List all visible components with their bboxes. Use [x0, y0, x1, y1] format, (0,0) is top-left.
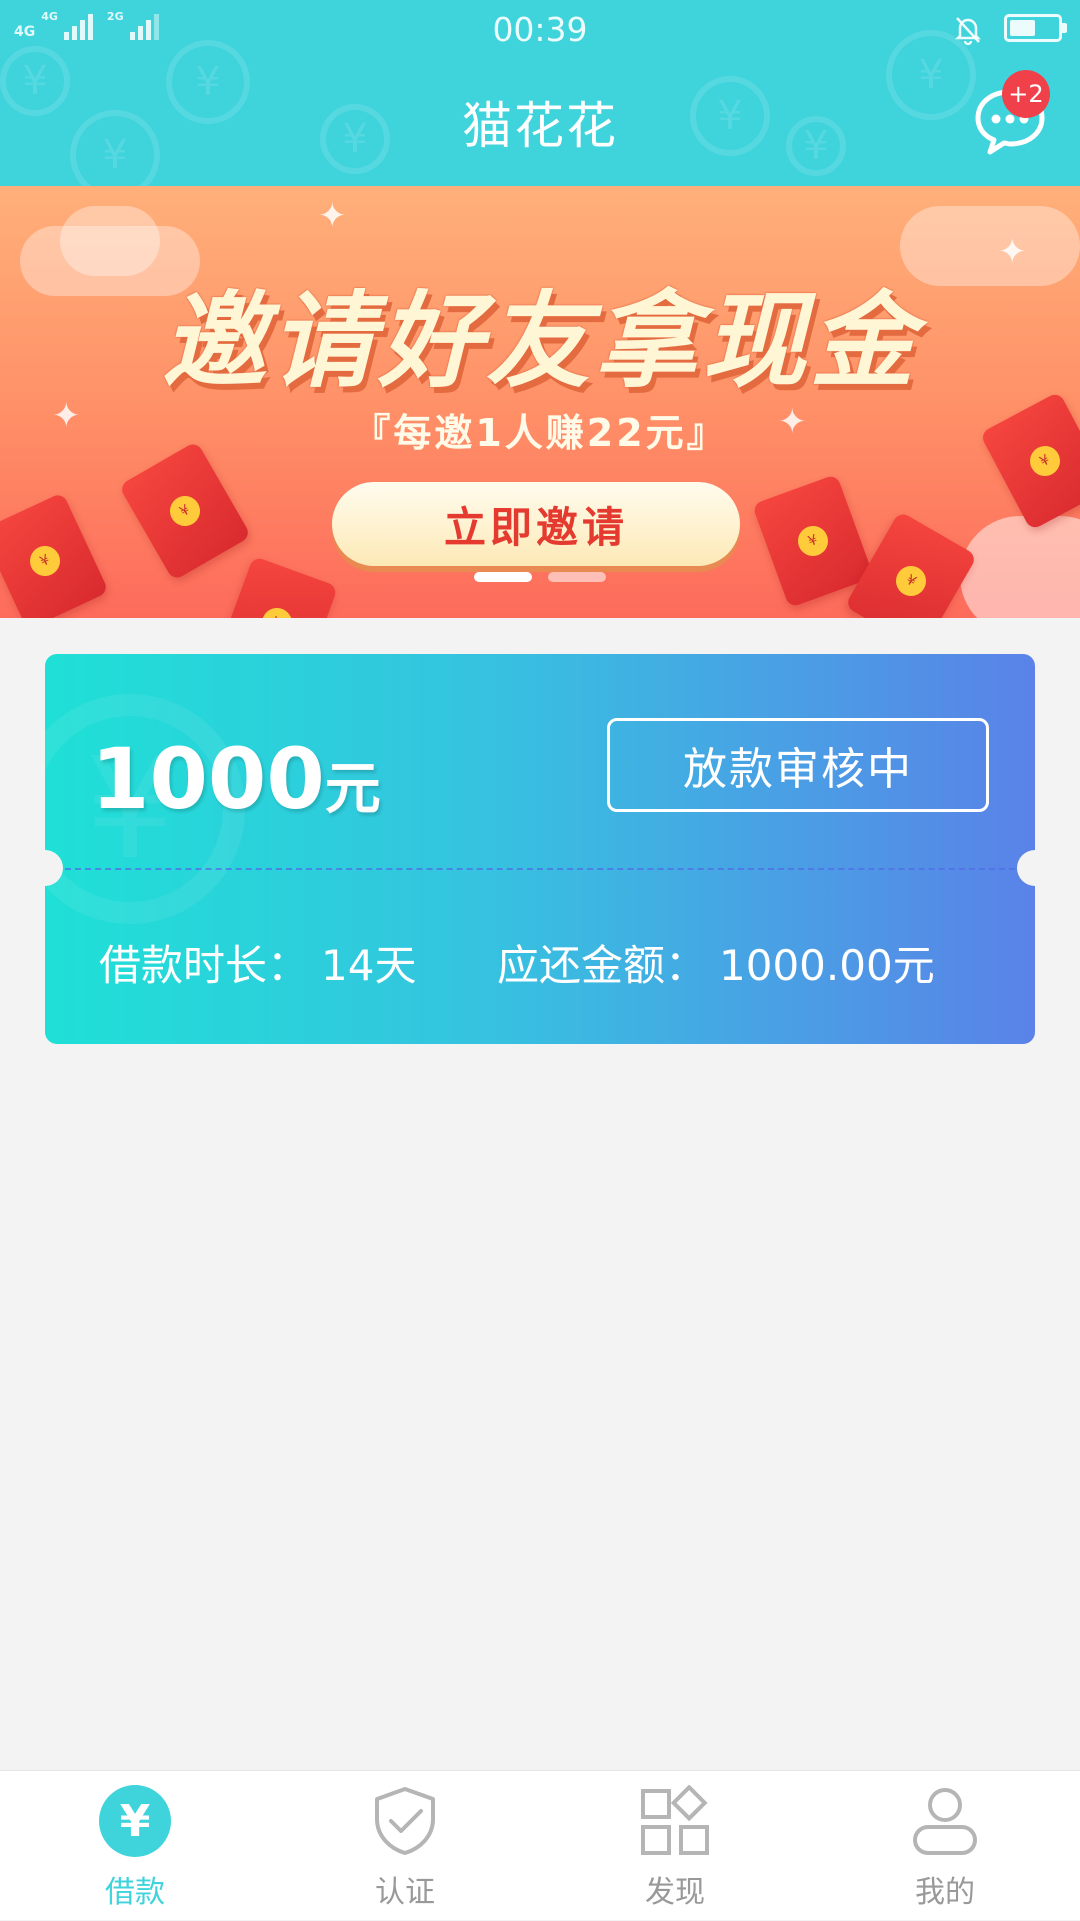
tab-mine-label: 我的	[915, 1875, 975, 1910]
carousel-indicator	[0, 572, 1080, 582]
promo-banner[interactable]: ✦ ✦ ✦ ✦ ¥ ¥ ¥ ¥ ¥ ¥ 邀请好友拿现金 『每邀1人赚22元』 立…	[0, 186, 1080, 618]
carousel-dot[interactable]	[548, 572, 606, 582]
tab-verify-label: 认证	[375, 1875, 435, 1910]
grid-icon	[641, 1785, 709, 1855]
banner-headline: 邀请好友拿现金	[161, 280, 918, 402]
shield-check-icon	[375, 1787, 435, 1855]
ticket-notch	[1017, 850, 1035, 886]
red-envelope-icon: ¥	[215, 555, 339, 618]
tab-discover-label: 发现	[645, 1875, 705, 1910]
bell-muted-icon	[954, 17, 982, 46]
battery-icon	[1004, 14, 1067, 42]
bottom-navigation: ¥ 借款 认证 发现 我的	[0, 1770, 1080, 1920]
repay-amount-label: 应还金额：	[497, 941, 708, 990]
red-envelope-icon: ¥	[118, 440, 252, 582]
tab-verify[interactable]: 认证	[270, 1771, 540, 1921]
yuan-icon: ¥	[99, 1785, 171, 1857]
banner-subline: 『每邀1人赚22元』	[352, 411, 728, 455]
loan-amount: 1000元	[91, 730, 381, 828]
carousel-dot[interactable]	[474, 572, 532, 582]
loan-term-label: 借款时长：	[99, 941, 310, 990]
sparkle-icon: ✦	[318, 196, 347, 236]
invite-now-button[interactable]: 立即邀请	[332, 482, 740, 566]
page-title: 猫花花	[462, 97, 618, 155]
loan-status-card[interactable]: ¥ 1000元 放款审核中 借款时长： 14天 应还金额： 1000.00元	[45, 654, 1035, 1044]
tab-loan[interactable]: ¥ 借款	[0, 1771, 270, 1921]
tab-mine[interactable]: 我的	[810, 1771, 1080, 1921]
app-header: ¥ ¥ ¥ ¥ ¥ ¥ ¥ 4G 4G 2G 00:39 猫花花 +2	[0, 0, 1080, 186]
repay-amount: 应还金额： 1000.00元	[497, 932, 935, 993]
loan-term-value: 14天	[321, 941, 417, 990]
cloud-decoration	[960, 516, 1080, 618]
tab-discover[interactable]: 发现	[540, 1771, 810, 1921]
loan-amount-unit: 元	[324, 757, 381, 822]
review-status-button[interactable]: 放款审核中	[607, 718, 989, 812]
clock: 00:39	[492, 10, 588, 49]
message-count-badge: +2	[1002, 70, 1050, 118]
loan-amount-value: 1000	[91, 730, 325, 828]
red-envelope-icon: ¥	[0, 492, 110, 618]
tab-loan-label: 借款	[105, 1875, 165, 1910]
user-icon	[913, 1788, 977, 1855]
repay-amount-value: 1000.00元	[719, 941, 935, 990]
status-bar: 4G 4G 2G 00:39	[0, 0, 1080, 60]
card-divider	[65, 868, 1015, 870]
loan-term: 借款时长： 14天	[99, 932, 416, 993]
